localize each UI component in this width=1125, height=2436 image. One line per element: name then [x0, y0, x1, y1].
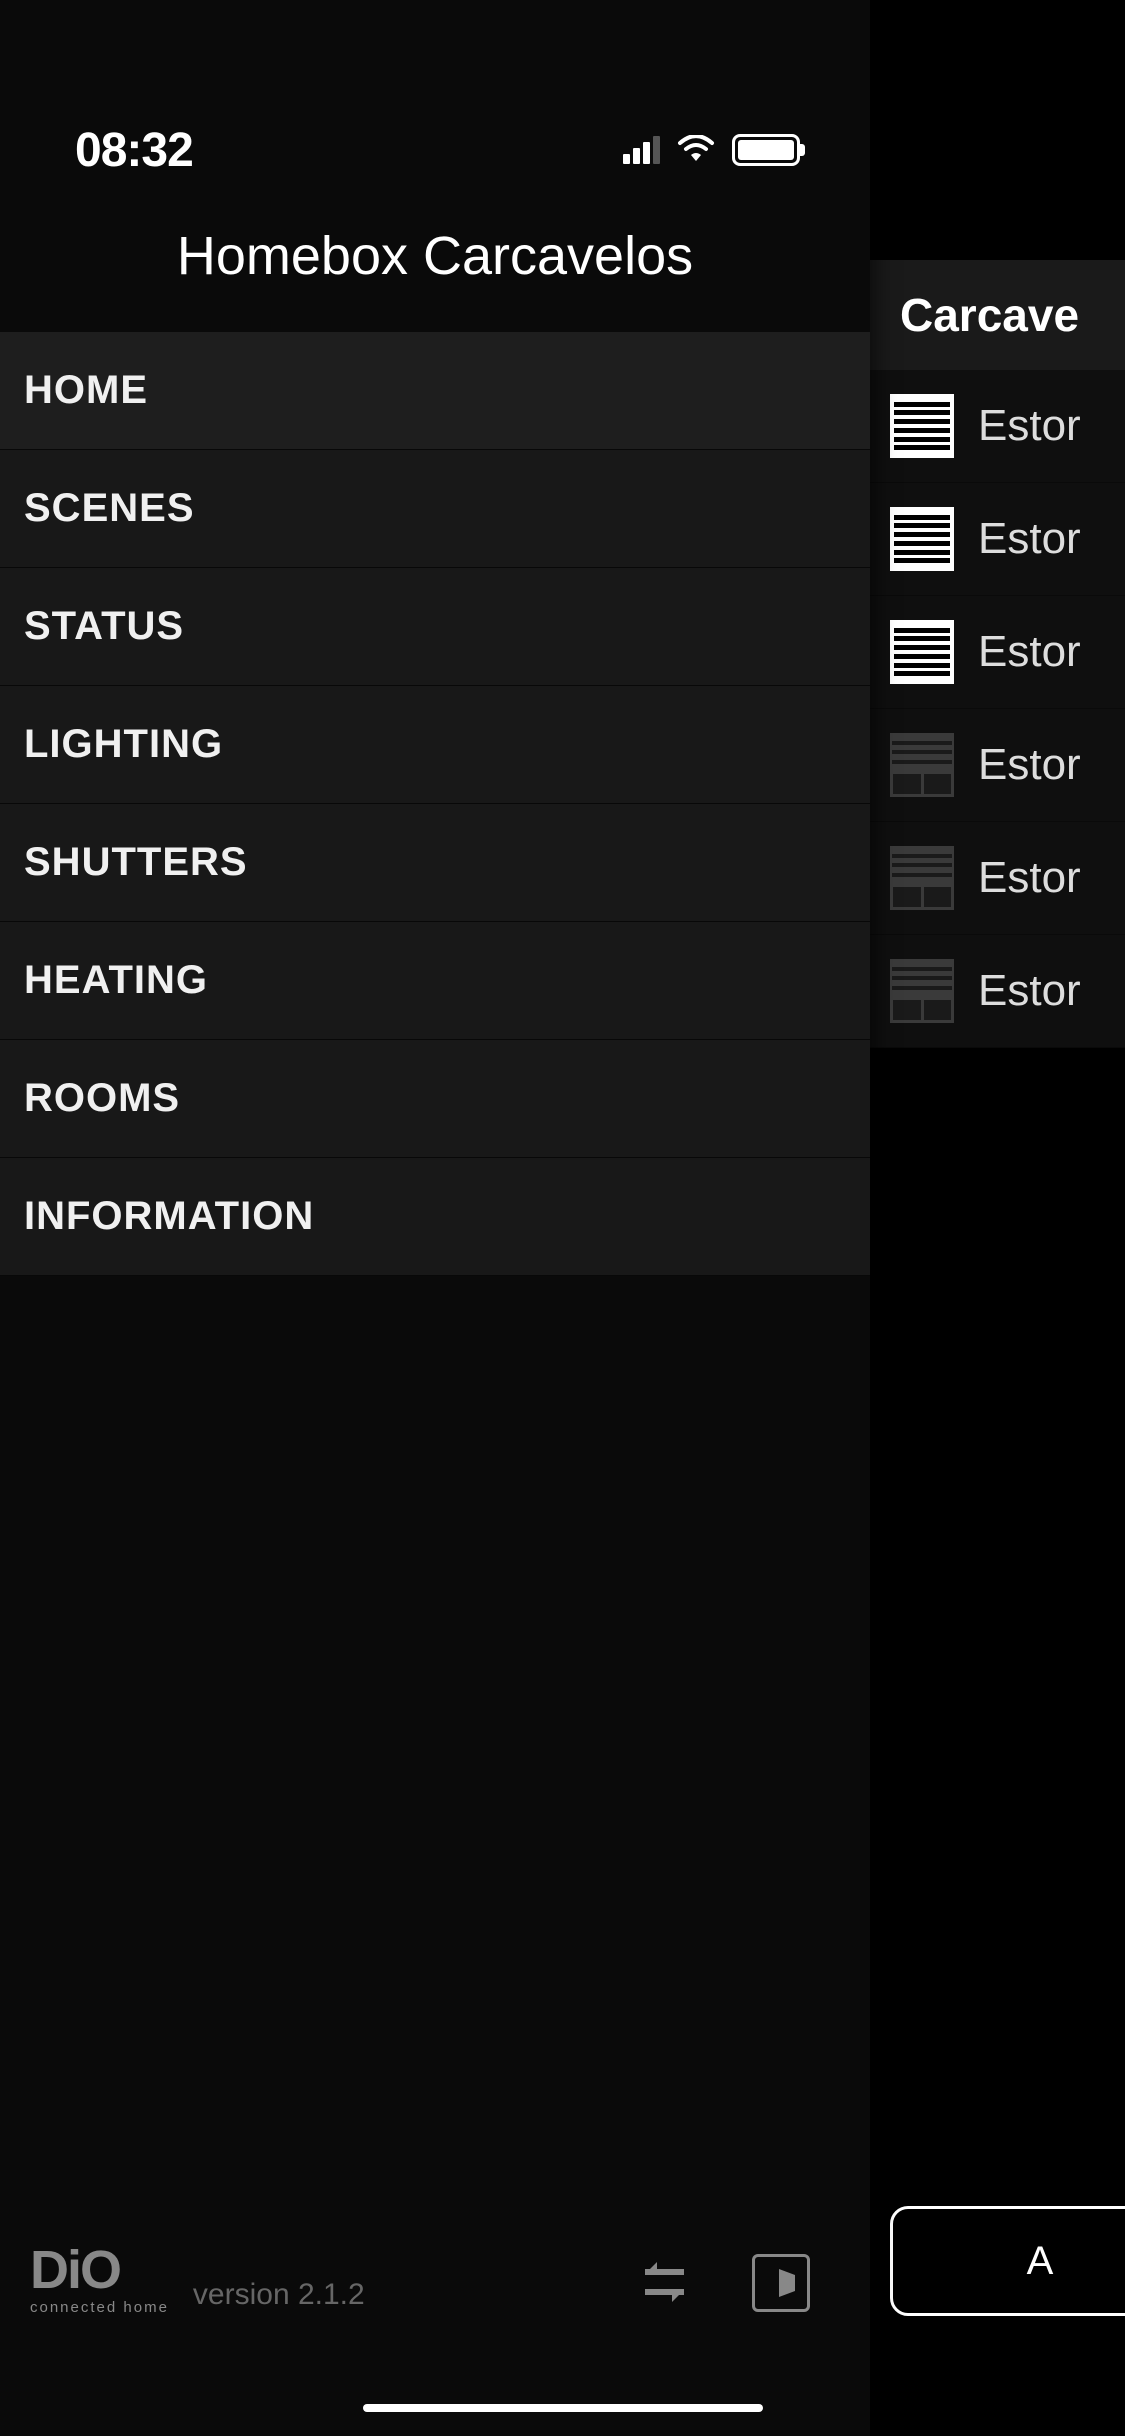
shutter-closed-icon	[890, 733, 954, 797]
sidebar-footer: DiO connected home version 2.1.2	[0, 2243, 870, 2316]
status-icons	[623, 134, 800, 166]
nav-item-shutters[interactable]: SHUTTERS	[0, 804, 870, 922]
nav-item-status[interactable]: STATUS	[0, 568, 870, 686]
main-content: Carcave Estor Estor Estor Estor Estor	[870, 0, 1125, 2436]
sync-icon[interactable]	[637, 2254, 692, 2309]
logo-container: DiO connected home	[30, 2243, 169, 2316]
device-item[interactable]: Estor	[870, 370, 1125, 483]
nav-item-information[interactable]: INFORMATION	[0, 1158, 870, 1276]
cellular-icon	[623, 136, 660, 164]
wifi-icon	[676, 135, 716, 165]
footer-icons	[637, 2254, 810, 2312]
device-item[interactable]: Estor	[870, 935, 1125, 1048]
section-header: Carcave	[870, 260, 1125, 370]
device-name: Estor	[978, 966, 1081, 1016]
battery-icon	[732, 134, 800, 166]
version-text: version 2.1.2	[193, 2278, 365, 2312]
shutter-closed-icon	[890, 959, 954, 1023]
logo-text: DiO	[30, 2243, 169, 2297]
status-time: 08:32	[75, 123, 193, 178]
nav-list: HOME SCENES STATUS LIGHTING SHUTTERS HEA…	[0, 332, 870, 1276]
status-bar: 08:32	[0, 100, 870, 200]
device-item[interactable]: Estor	[870, 709, 1125, 822]
sidebar-panel: 08:32 Homebox Carcavelos HOME SCENES STA…	[0, 0, 870, 2436]
device-name: Estor	[978, 853, 1081, 903]
device-item[interactable]: Estor	[870, 822, 1125, 935]
home-indicator[interactable]	[363, 2404, 763, 2412]
shutter-closed-icon	[890, 846, 954, 910]
nav-item-scenes[interactable]: SCENES	[0, 450, 870, 568]
nav-item-heating[interactable]: HEATING	[0, 922, 870, 1040]
shutter-open-icon	[890, 620, 954, 684]
logout-icon[interactable]	[752, 2254, 810, 2312]
device-name: Estor	[978, 401, 1081, 451]
nav-item-rooms[interactable]: ROOMS	[0, 1040, 870, 1158]
device-item[interactable]: Estor	[870, 596, 1125, 709]
nav-item-lighting[interactable]: LIGHTING	[0, 686, 870, 804]
sidebar-title: Homebox Carcavelos	[0, 200, 870, 332]
main-header	[870, 0, 1125, 260]
bottom-action-button[interactable]: A	[890, 2206, 1125, 2316]
device-name: Estor	[978, 627, 1081, 677]
shutter-open-icon	[890, 507, 954, 571]
logo-subtitle: connected home	[30, 2299, 169, 2316]
device-name: Estor	[978, 740, 1081, 790]
device-name: Estor	[978, 514, 1081, 564]
shutter-open-icon	[890, 394, 954, 458]
nav-item-home[interactable]: HOME	[0, 332, 870, 450]
device-item[interactable]: Estor	[870, 483, 1125, 596]
